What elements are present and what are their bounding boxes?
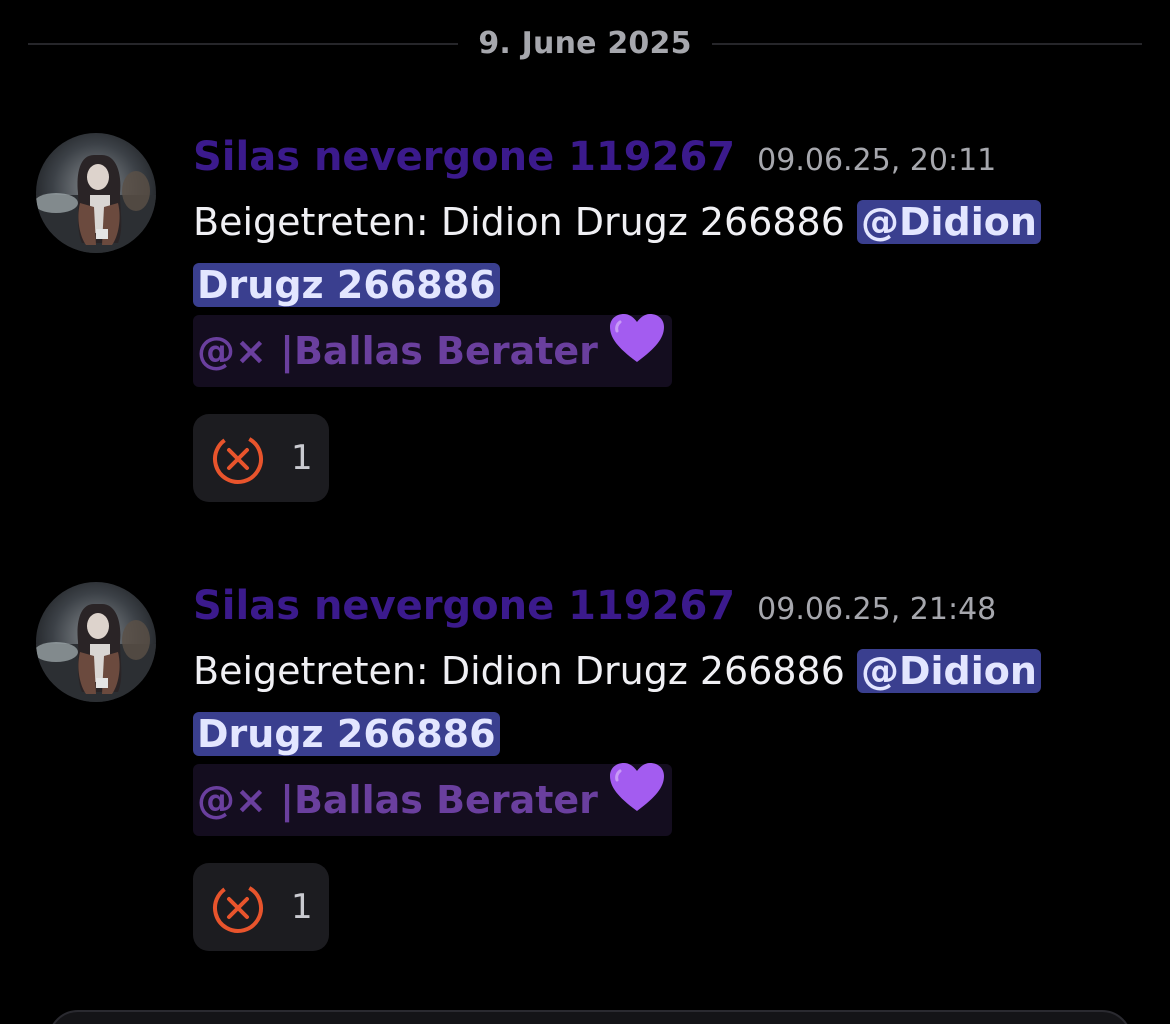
purple-heart-icon (608, 761, 666, 836)
reaction-button[interactable]: 1 (193, 414, 329, 502)
role-mention-label: @× |Ballas Berater (197, 329, 598, 373)
avatar[interactable] (36, 582, 156, 702)
reaction-count: 1 (291, 438, 313, 478)
message-timestamp: 09.06.25, 20:11 (757, 143, 997, 178)
purple-heart-icon (608, 312, 666, 387)
reaction-button[interactable]: 1 (193, 863, 329, 951)
message-content: Beigetreten: Didion Drugz 266886 @Didion… (193, 640, 1093, 766)
role-mention-label: @× |Ballas Berater (197, 778, 598, 822)
message-header: Silas nevergone 119267 09.06.25, 20:11 (193, 133, 996, 183)
author-name[interactable]: Silas nevergone 119267 (193, 583, 735, 629)
avatar[interactable] (36, 133, 156, 253)
chat-view: 9. June 2025 Silas nevergone 119267 09.0… (0, 0, 1170, 1024)
cross-mark-icon (213, 883, 263, 933)
message-composer[interactable] (48, 1010, 1132, 1024)
divider-line-right (712, 43, 1142, 45)
message-content: Beigetreten: Didion Drugz 266886 @Didion… (193, 191, 1093, 317)
divider-date: 9. June 2025 (478, 26, 692, 61)
avatar-image (36, 582, 156, 702)
role-mention[interactable]: @× |Ballas Berater (193, 312, 672, 387)
message-text: Beigetreten: Didion Drugz 266886 (193, 649, 857, 693)
reaction-count: 1 (291, 887, 313, 927)
role-mention[interactable]: @× |Ballas Berater (193, 761, 672, 836)
author-name[interactable]: Silas nevergone 119267 (193, 134, 735, 180)
message-header: Silas nevergone 119267 09.06.25, 21:48 (193, 582, 996, 632)
divider-line-left (28, 43, 458, 45)
message-timestamp: 09.06.25, 21:48 (757, 592, 997, 627)
message-text: Beigetreten: Didion Drugz 266886 (193, 200, 857, 244)
date-divider: 9. June 2025 (28, 22, 1142, 66)
avatar-image (36, 133, 156, 253)
cross-mark-icon (213, 434, 263, 484)
